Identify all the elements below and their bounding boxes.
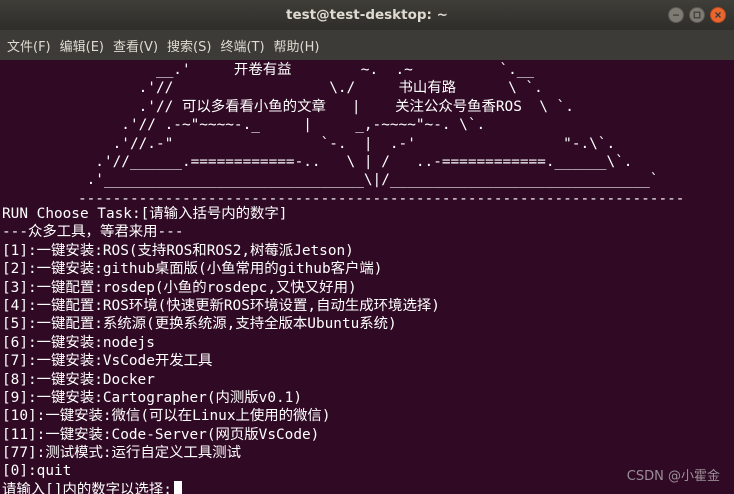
list-item: [4]:一键配置:ROS环境(快速更新ROS环境设置,自动生成环境选择) bbox=[2, 297, 440, 314]
text-cursor bbox=[173, 480, 182, 494]
run-choose-task-line: RUN Choose Task:[请输入括号内的数字] bbox=[2, 206, 288, 222]
menu-search[interactable]: 搜索(S) bbox=[164, 36, 217, 55]
maximize-icon[interactable] bbox=[689, 7, 705, 23]
list-item: [11]:一键安装:Code-Server(网页版VsCode) bbox=[2, 426, 320, 443]
list-item: [10]:一键安装:微信(可以在Linux上使用的微信) bbox=[2, 408, 331, 425]
quit-option: [0]:quit bbox=[2, 463, 72, 480]
menu-edit[interactable]: 编辑(E) bbox=[57, 36, 110, 55]
menu-file[interactable]: 文件(F) bbox=[4, 36, 57, 55]
menu-help[interactable]: 帮助(H) bbox=[271, 36, 326, 55]
tools-heading-line: ---众多工具，等君来用--- bbox=[2, 224, 184, 241]
minimize-icon[interactable] bbox=[668, 7, 684, 23]
terminal-window: test@test-desktop: ~ 文件(F) 编辑(E) 查看(V) 搜… bbox=[0, 0, 734, 494]
close-icon[interactable] bbox=[710, 7, 726, 23]
list-item: [2]:一键安装:github桌面版(小鱼常用的github客户端) bbox=[2, 261, 383, 278]
list-item: [1]:一键安装:ROS(支持ROS和ROS2,树莓派Jetson) bbox=[2, 242, 354, 259]
ascii-banner: __.' 开卷有益 ~. .~ `.__ .'// \./ 书山有路 \ `. … bbox=[77, 62, 685, 207]
menu-view[interactable]: 查看(V) bbox=[110, 36, 164, 55]
list-item: [7]:一键安装:VsCode开发工具 bbox=[2, 353, 213, 370]
list-item: [9]:一键安装:Cartographer(内测版v0.1) bbox=[2, 389, 303, 406]
title-bar[interactable]: test@test-desktop: ~ bbox=[0, 0, 734, 30]
menu-bar: 文件(F) 编辑(E) 查看(V) 搜索(S) 终端(T) 帮助(H) bbox=[0, 30, 734, 60]
list-item: [5]:一键配置:系统源(更换系统源,支持全版本Ubuntu系统) bbox=[2, 316, 397, 333]
watermark: CSDN @小霍金 bbox=[626, 468, 720, 484]
prompt-text: 请输入[]内的数字以选择: bbox=[2, 481, 172, 494]
window-controls bbox=[668, 7, 726, 23]
task-list: RUN Choose Task:[请输入括号内的数字] ---众多工具，等君来用… bbox=[2, 205, 734, 494]
list-item: [77]:测试模式:运行自定义工具测试 bbox=[2, 445, 242, 462]
list-item: [3]:一键配置:rosdep(小鱼的rosdepc,又快又好用) bbox=[2, 279, 357, 296]
input-prompt-line[interactable]: 请输入[]内的数字以选择: bbox=[2, 480, 734, 494]
list-item: [8]:一键安装:Docker bbox=[2, 371, 155, 388]
menu-terminal[interactable]: 终端(T) bbox=[217, 36, 270, 55]
list-item: [6]:一键安装:nodejs bbox=[2, 334, 155, 351]
terminal-output[interactable]: __.' 开卷有益 ~. .~ `.__ .'// \./ 书山有路 \ `. … bbox=[0, 60, 734, 494]
window-title: test@test-desktop: ~ bbox=[286, 7, 448, 23]
